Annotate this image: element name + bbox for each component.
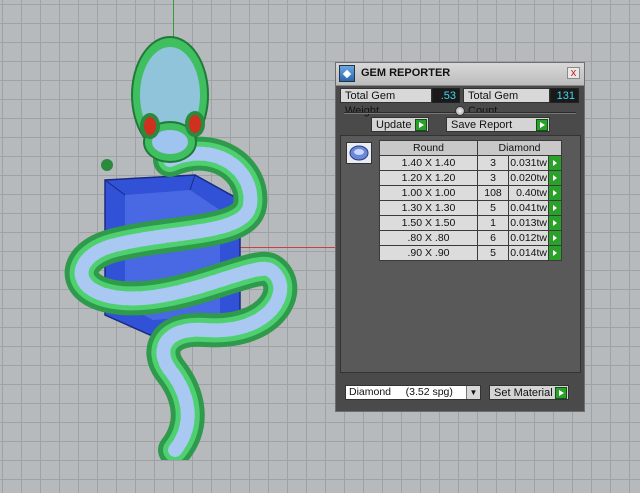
panel-title: GEM REPORTER xyxy=(361,67,451,79)
gem-size-cell: 1.30 X 1.30 xyxy=(379,200,478,216)
gem-table: Round Diamond 1.40 X 1.40 3 0.031tw 1.20 X … xyxy=(379,140,562,261)
gem-reporter-app-icon xyxy=(339,65,355,82)
gem-weight-cell: 0.041tw xyxy=(508,200,549,216)
set-material-button-label: Set Material xyxy=(494,387,553,399)
row-select-arrow-icon[interactable] xyxy=(548,185,562,201)
table-row: 1.50 X 1.50 1 0.013tw xyxy=(379,215,562,231)
gem-weight-cell: 0.40tw xyxy=(508,185,549,201)
row-select-arrow-icon[interactable] xyxy=(548,230,562,246)
gem-reporter-panel: GEM REPORTER x Total Gem Weight .53 Tota… xyxy=(335,62,585,412)
gem-count-cell: 5 xyxy=(477,245,509,261)
report-area: Round Diamond 1.40 X 1.40 3 0.031tw 1.20 X … xyxy=(340,135,581,373)
gem-size-cell: 1.20 X 1.20 xyxy=(379,170,478,186)
set-material-button[interactable]: Set Material xyxy=(489,385,569,400)
gem-weight-cell: 0.012tw xyxy=(508,230,549,246)
total-gem-count-label: Total Gem Count xyxy=(463,88,550,117)
row-select-arrow-icon[interactable] xyxy=(548,215,562,231)
table-row: 1.20 X 1.20 3 0.020tw xyxy=(379,170,562,186)
gem-count-cell: 6 xyxy=(477,230,509,246)
chevron-down-icon[interactable]: ▼ xyxy=(466,386,480,399)
update-button-label: Update xyxy=(376,119,412,131)
material-selected-value: Diamond (3.52 spg) xyxy=(349,386,453,398)
round-gem-icon[interactable] xyxy=(346,142,372,164)
total-gem-weight-label: Total Gem Weight xyxy=(340,88,432,117)
slider-handle[interactable] xyxy=(455,106,465,116)
row-select-arrow-icon[interactable] xyxy=(548,155,562,171)
gem-size-cell: .80 X .80 xyxy=(379,230,478,246)
gem-count-cell: 5 xyxy=(477,200,509,216)
gem-count-cell: 1 xyxy=(477,215,509,231)
gem-size-cell: 1.00 X 1.00 xyxy=(379,185,478,201)
gem-weight-cell: 0.020tw xyxy=(508,170,549,186)
table-row: .80 X .80 6 0.012tw xyxy=(379,230,562,246)
panel-titlebar[interactable]: GEM REPORTER x xyxy=(336,63,584,86)
table-row: .90 X .90 5 0.014tw xyxy=(379,245,562,261)
update-button[interactable]: Update xyxy=(371,117,429,132)
row-select-arrow-icon[interactable] xyxy=(548,170,562,186)
table-row: 1.30 X 1.30 5 0.041tw xyxy=(379,200,562,216)
green-arrow-right-icon xyxy=(415,119,427,131)
row-select-arrow-icon[interactable] xyxy=(548,200,562,216)
material-select[interactable]: Diamond (3.52 spg) ▼ xyxy=(345,385,481,400)
gem-size-cell: 1.50 X 1.50 xyxy=(379,215,478,231)
gem-weight-cell: 0.013tw xyxy=(508,215,549,231)
gem-size-cell: 1.40 X 1.40 xyxy=(379,155,478,171)
table-row: 1.00 X 1.00 108 0.40tw xyxy=(379,185,562,201)
gem-weight-cell: 0.014tw xyxy=(508,245,549,261)
column-header-round: Round xyxy=(379,140,478,156)
green-arrow-right-icon xyxy=(555,387,567,399)
table-row: 1.40 X 1.40 3 0.031tw xyxy=(379,155,562,171)
gem-count-cell: 108 xyxy=(477,185,509,201)
total-gem-weight-value: .53 xyxy=(432,88,460,103)
gem-count-cell: 3 xyxy=(477,155,509,171)
green-arrow-right-icon xyxy=(536,119,548,131)
column-header-diamond: Diamond xyxy=(477,140,562,156)
close-button[interactable]: x xyxy=(567,67,580,79)
gem-size-cell: .90 X .90 xyxy=(379,245,478,261)
save-report-button[interactable]: Save Report xyxy=(446,117,550,132)
gem-count-cell: 3 xyxy=(477,170,509,186)
row-select-arrow-icon[interactable] xyxy=(548,245,562,261)
gem-weight-cell: 0.031tw xyxy=(508,155,549,171)
snake-ring-model[interactable] xyxy=(55,30,300,460)
total-gem-count-value: 131 xyxy=(550,88,579,103)
save-report-button-label: Save Report xyxy=(451,119,513,131)
